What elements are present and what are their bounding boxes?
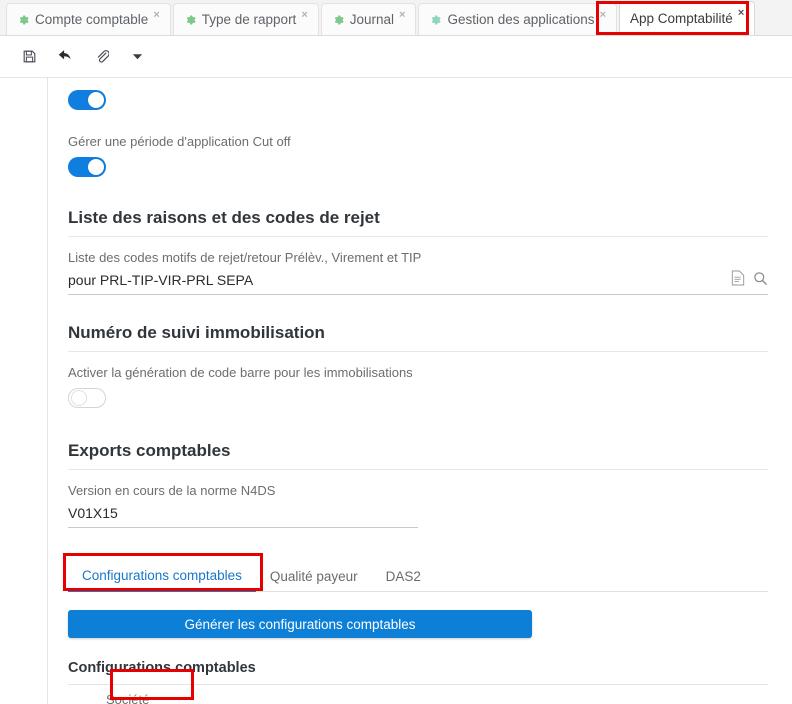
gear-icon (332, 14, 344, 26)
tab-label: Journal (349, 11, 395, 27)
section-divider (68, 351, 768, 353)
tab-label: Type de rapport (201, 11, 297, 27)
page-body: Gérer une période d'application Cut off … (0, 78, 792, 704)
toggle-knob (88, 158, 104, 175)
form-content: Gérer une période d'application Cut off … (48, 78, 792, 704)
configurations-table: Société Axelor (68, 684, 768, 704)
column-header-societe[interactable]: Société (68, 684, 768, 704)
top-toggle-row (68, 78, 768, 115)
gear-icon (429, 14, 442, 26)
undo-button[interactable] (48, 42, 82, 72)
field-action-icons (731, 270, 768, 291)
n4ds-label: Version en cours de la norme N4DS (68, 482, 276, 498)
cutoff-toggle[interactable] (68, 156, 106, 177)
chevron-down-icon (132, 51, 143, 62)
section-numero-suivi-immobilisation: Numéro de suivi immobilisation Activer l… (68, 295, 768, 413)
tab-gestion-des-applications[interactable]: Gestion des applications × (418, 3, 617, 35)
more-actions-button[interactable] (120, 42, 154, 72)
gear-icon (184, 14, 196, 26)
subtab-configurations-comptables[interactable]: Configurations comptables (68, 568, 256, 593)
subtab-bar: Configurations comptables Qualité payeur… (63, 553, 768, 593)
search-icon[interactable] (753, 271, 768, 291)
section-title: Exports comptables (68, 440, 231, 460)
tab-compte-comptable[interactable]: Compte comptable × (6, 3, 171, 35)
toggle-knob (71, 389, 87, 406)
generer-configurations-comptables-button[interactable]: Générer les configurations comptables (68, 610, 532, 639)
n4ds-input[interactable]: V01X15 (68, 505, 418, 529)
paperclip-icon (94, 49, 109, 64)
undo-arrow-icon (57, 48, 74, 65)
browser-tab-bar: Compte comptable × Type de rapport × Jou… (0, 0, 792, 36)
tab-journal[interactable]: Journal × (320, 3, 417, 35)
close-icon[interactable]: × (600, 9, 606, 21)
form-toolbar (0, 36, 792, 78)
subtab-label: Configurations comptables (82, 568, 242, 584)
subtabs-wrapper: Configurations comptables Qualité payeur… (63, 528, 768, 593)
section-exports-comptables: Exports comptables Version en cours de l… (68, 413, 768, 529)
close-icon[interactable]: × (153, 9, 159, 21)
section-title: Liste des raisons et des codes de rejet (68, 207, 380, 227)
subtab-das2[interactable]: DAS2 (372, 569, 435, 591)
subtab-qualite-payeur[interactable]: Qualité payeur (256, 569, 372, 591)
generate-button-row: Générer les configurations comptables (68, 592, 768, 639)
tab-app-comptabilite[interactable]: App Comptabilité × (619, 1, 756, 35)
tab-label: App Comptabilité (630, 10, 733, 26)
table-header-row: Société (68, 684, 768, 704)
codes-rejet-value: pour PRL-TIP-VIR-PRL SEPA (68, 272, 254, 289)
section-liste-raisons: Liste des raisons et des codes de rejet … (68, 182, 768, 296)
n4ds-value: V01X15 (68, 505, 118, 522)
subtab-label: DAS2 (385, 569, 421, 585)
tab-label: Compte comptable (35, 11, 149, 27)
close-icon[interactable]: × (738, 7, 744, 19)
section-title: Numéro de suivi immobilisation (68, 323, 325, 343)
section-divider (68, 468, 768, 470)
left-rail (0, 78, 48, 704)
barcode-toggle[interactable] (68, 387, 106, 408)
cutoff-field: Gérer une période d'application Cut off (68, 115, 768, 182)
subtab-label: Qualité payeur (269, 569, 358, 585)
gear-icon (17, 14, 29, 26)
table-head: Société (68, 684, 768, 704)
top-toggle[interactable] (68, 90, 106, 110)
close-icon[interactable]: × (301, 9, 307, 21)
attachment-button[interactable] (84, 42, 118, 72)
save-button[interactable] (12, 42, 46, 72)
close-icon[interactable]: × (399, 9, 405, 21)
tab-label: Gestion des applications (447, 11, 595, 27)
save-icon (22, 49, 37, 64)
toggle-knob (88, 92, 104, 108)
section-divider (68, 235, 768, 237)
codes-rejet-label: Liste des codes motifs de rejet/retour P… (68, 249, 422, 265)
barcode-toggle-label: Activer la génération de code barre pour… (68, 365, 413, 381)
cutoff-label: Gérer une période d'application Cut off (68, 134, 291, 149)
grid-title: Configurations comptables (68, 660, 256, 677)
codes-rejet-input[interactable]: pour PRL-TIP-VIR-PRL SEPA (68, 270, 768, 296)
tab-type-de-rapport[interactable]: Type de rapport × (172, 3, 319, 35)
configurations-grid: Configurations comptables Société Axelor (68, 638, 768, 704)
document-icon[interactable] (731, 270, 745, 291)
